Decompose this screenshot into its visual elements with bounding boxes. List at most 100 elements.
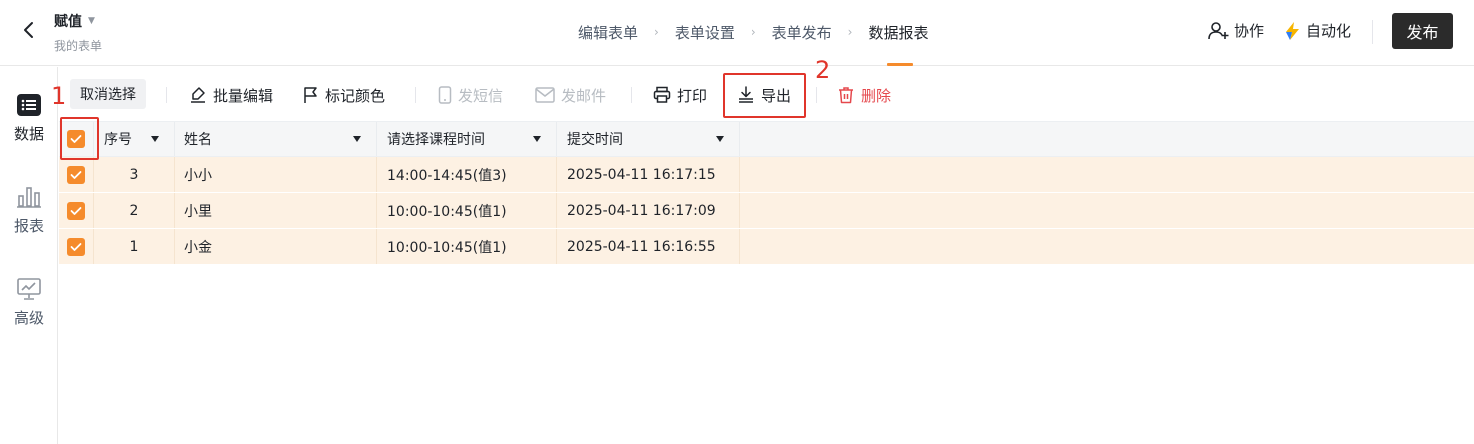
form-title[interactable]: 赋值 ▼: [54, 11, 95, 31]
publish-button[interactable]: 发布: [1392, 13, 1453, 49]
toolbar-divider: [816, 87, 817, 103]
collaborate-label: 协作: [1234, 22, 1265, 40]
caret-down-icon[interactable]: [151, 136, 159, 142]
send-sms-button[interactable]: 发短信: [438, 80, 503, 110]
step-data-report[interactable]: 数据报表: [868, 22, 929, 66]
column-header-label: 提交时间: [567, 132, 623, 148]
cell-name: 小金: [175, 229, 377, 264]
form-title-text: 赋值: [54, 14, 82, 30]
column-header-label: 姓名: [184, 132, 212, 148]
toolbar-divider: [166, 87, 167, 103]
cell-submit-time: 2025-04-11 16:17:15: [557, 157, 740, 192]
automation-button[interactable]: 自动化: [1284, 20, 1351, 41]
delete-label: 删除: [861, 86, 892, 105]
automation-label: 自动化: [1306, 22, 1352, 40]
top-header: 赋值 ▼ 我的表单 编辑表单 › 表单设置 › 表单发布 › 数据报表 协作 自…: [0, 0, 1474, 66]
table-row[interactable]: 3 小小 14:00-14:45(值3) 2025-04-11 16:17:15: [59, 157, 1474, 193]
lightning-icon: [1286, 21, 1299, 40]
batch-edit-button[interactable]: 批量编辑: [189, 80, 273, 110]
cell-submit-time: 2025-04-11 16:16:55: [557, 229, 740, 264]
export-button[interactable]: 导出: [737, 80, 791, 110]
toolbar-divider: [415, 87, 416, 103]
step-form-settings[interactable]: 表单设置: [675, 22, 735, 43]
row-select-cell: [59, 229, 94, 264]
toolbar-divider: [631, 87, 632, 103]
cell-index: 1: [94, 229, 175, 264]
caret-down-icon: ▼: [88, 16, 95, 26]
cell-name: 小小: [175, 157, 377, 192]
chevron-right-icon: ›: [847, 25, 853, 39]
presentation-chart-icon: [17, 278, 41, 300]
phone-icon: [438, 86, 452, 104]
table-toolbar: 取消选择 批量编辑 标记颜色 发短信 发邮件 打印 导出 删除: [59, 67, 1474, 121]
table-header-row: 序号 姓名 请选择课程时间 提交时间: [59, 121, 1474, 157]
column-header-label: 请选择课程时间: [387, 132, 485, 148]
rail-item-advanced[interactable]: 高级: [0, 277, 58, 328]
row-select-cell: [59, 193, 94, 228]
cancel-selection-button[interactable]: 取消选择: [70, 79, 146, 109]
user-plus-icon: [1208, 21, 1229, 39]
column-header-name[interactable]: 姓名: [175, 122, 377, 156]
rail-label-report: 报表: [13, 217, 44, 235]
caret-down-icon[interactable]: [716, 136, 724, 142]
cell-filler: [740, 157, 1474, 192]
row-checkbox[interactable]: [67, 201, 85, 220]
select-all-cell: [59, 122, 94, 156]
send-email-button[interactable]: 发邮件: [535, 80, 606, 110]
cell-course-time: 14:00-14:45(值3): [377, 157, 557, 192]
table-row[interactable]: 1 小金 10:00-10:45(值1) 2025-04-11 16:16:55: [59, 229, 1474, 265]
annotation-number-2: 2: [815, 56, 831, 84]
printer-icon: [653, 86, 671, 103]
column-header-course-time[interactable]: 请选择课程时间: [377, 122, 557, 156]
column-header-submit-time[interactable]: 提交时间: [557, 122, 740, 156]
row-checkbox[interactable]: [67, 165, 85, 184]
cell-course-time: 10:00-10:45(值1): [377, 193, 557, 228]
cell-course-time: 10:00-10:45(值1): [377, 229, 557, 264]
chevron-right-icon: ›: [654, 25, 659, 39]
caret-down-icon[interactable]: [533, 136, 541, 142]
header-divider: [1372, 20, 1373, 44]
delete-button[interactable]: 删除: [837, 80, 891, 110]
rail-item-report[interactable]: 报表: [0, 185, 58, 236]
left-rail: 数据 报表 高级: [0, 67, 58, 444]
rail-label-data: 数据: [13, 125, 44, 143]
row-checkbox[interactable]: [67, 237, 85, 256]
chevron-left-icon: [24, 22, 33, 38]
rail-item-data[interactable]: 数据: [0, 93, 58, 144]
column-header-index[interactable]: 序号: [94, 122, 175, 156]
bar-chart-icon: [17, 187, 41, 208]
row-select-cell: [59, 157, 94, 192]
cell-index: 3: [94, 157, 175, 192]
step-form-publish[interactable]: 表单发布: [772, 22, 832, 43]
mail-icon: [535, 87, 555, 103]
caret-down-icon[interactable]: [353, 136, 361, 142]
select-all-checkbox[interactable]: [67, 130, 85, 148]
batch-edit-label: 批量编辑: [213, 86, 274, 105]
column-header-filler: [740, 122, 1474, 156]
mark-color-button[interactable]: 标记颜色: [303, 80, 385, 110]
chevron-right-icon: ›: [750, 25, 756, 39]
print-button[interactable]: 打印: [653, 80, 707, 110]
flag-icon: [304, 87, 317, 103]
column-header-label: 序号: [104, 132, 132, 148]
brush-edit-icon: [191, 87, 205, 103]
check-icon: [70, 242, 82, 251]
mark-color-label: 标记颜色: [325, 86, 386, 105]
step-nav: 编辑表单 › 表单设置 › 表单发布 › 数据报表: [578, 20, 929, 66]
check-icon: [70, 170, 82, 179]
cell-submit-time: 2025-04-11 16:17:09: [557, 193, 740, 228]
cell-name: 小里: [175, 193, 377, 228]
step-edit-form[interactable]: 编辑表单: [578, 22, 638, 43]
list-icon: [17, 94, 41, 116]
check-icon: [70, 135, 82, 143]
check-icon: [70, 206, 82, 215]
collaborate-button[interactable]: 协作: [1208, 20, 1264, 41]
trash-icon: [839, 87, 853, 104]
print-label: 打印: [677, 86, 708, 105]
export-label: 导出: [761, 86, 792, 105]
download-icon: [739, 86, 753, 103]
back-button[interactable]: [16, 18, 40, 42]
form-breadcrumb[interactable]: 我的表单: [54, 37, 102, 54]
table-row[interactable]: 2 小里 10:00-10:45(值1) 2025-04-11 16:17:09: [59, 193, 1474, 229]
cell-filler: [740, 193, 1474, 228]
